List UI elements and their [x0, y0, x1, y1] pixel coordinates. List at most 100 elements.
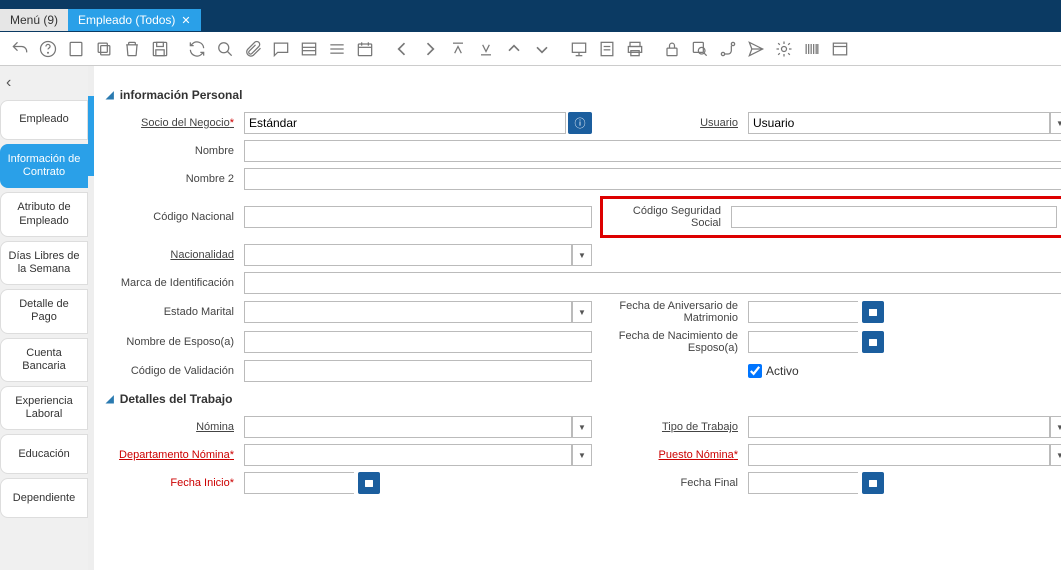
- presentation-icon[interactable]: [569, 39, 589, 59]
- label-tipo-trabajo: Tipo de Trabajo: [600, 421, 740, 433]
- tipo-trabajo-input[interactable]: [748, 416, 1050, 438]
- nomina-dropdown-button[interactable]: ▼: [572, 416, 592, 438]
- fecha-nacimiento-esposo-date-button[interactable]: [862, 331, 884, 353]
- label-fecha-aniversario: Fecha de Aniversario de Matrimonio: [600, 300, 740, 324]
- fecha-inicio-date-button[interactable]: [358, 472, 380, 494]
- section-trabajo-title: Detalles del Trabajo: [120, 392, 233, 406]
- tab-menu[interactable]: Menú (9): [0, 9, 68, 31]
- nacionalidad-dropdown-button[interactable]: ▼: [572, 244, 592, 266]
- calendar-icon[interactable]: [355, 39, 375, 59]
- tab-bar: Menú (9) Empleado (Todos) ✕: [0, 8, 1061, 32]
- label-fecha-final: Fecha Final: [600, 477, 740, 489]
- nombre-esposo-input[interactable]: [244, 331, 592, 353]
- label-nombre-esposo: Nombre de Esposo(a): [106, 336, 236, 348]
- sidebar: ‹ Empleado Información de Contrato Atrib…: [0, 66, 88, 570]
- section-personal-title: información Personal: [120, 88, 243, 102]
- fecha-aniversario-date-button[interactable]: [862, 301, 884, 323]
- marca-identificacion-input[interactable]: [244, 272, 1061, 294]
- nombre2-input[interactable]: [244, 168, 1061, 190]
- delete-icon[interactable]: [122, 39, 142, 59]
- departamento-nomina-input[interactable]: [244, 444, 572, 466]
- label-puesto-nomina: Puesto Nómina*: [600, 449, 740, 461]
- sidebar-item-cuenta-bancaria[interactable]: Cuenta Bancaria: [0, 338, 88, 382]
- tipo-trabajo-dropdown-button[interactable]: ▼: [1050, 416, 1061, 438]
- codigo-seguridad-social-input[interactable]: [731, 206, 1057, 228]
- label-nombre2: Nombre 2: [106, 173, 236, 185]
- close-icon[interactable]: ✕: [181, 14, 190, 27]
- label-marca-identificacion: Marca de Identificación: [106, 277, 236, 289]
- section-personal-header[interactable]: ◢ información Personal: [106, 88, 1031, 102]
- sidebar-item-empleado[interactable]: Empleado: [0, 100, 88, 140]
- new-icon[interactable]: [66, 39, 86, 59]
- departamento-nomina-dropdown-button[interactable]: ▼: [572, 444, 592, 466]
- tab-empleado[interactable]: Empleado (Todos) ✕: [68, 9, 201, 31]
- label-departamento-nomina: Departamento Nómina*: [106, 449, 236, 461]
- fecha-nacimiento-esposo-input[interactable]: [748, 331, 858, 353]
- prev-icon[interactable]: [392, 39, 412, 59]
- socio-negocio-input[interactable]: [244, 112, 566, 134]
- sidebar-scrollbar-thumb[interactable]: [88, 96, 94, 176]
- zoom-icon[interactable]: [690, 39, 710, 59]
- up-icon[interactable]: [504, 39, 524, 59]
- sidebar-item-experiencia-laboral[interactable]: Experiencia Laboral: [0, 386, 88, 430]
- sidebar-item-atributo-empleado[interactable]: Atributo de Empleado: [0, 192, 88, 236]
- label-estado-marital: Estado Marital: [106, 306, 236, 318]
- sidebar-item-detalle-pago[interactable]: Detalle de Pago: [0, 289, 88, 333]
- report-icon[interactable]: [597, 39, 617, 59]
- sidebar-item-educacion[interactable]: Educación: [0, 434, 88, 474]
- nomina-input[interactable]: [244, 416, 572, 438]
- barcode-icon[interactable]: [802, 39, 822, 59]
- activo-checkbox[interactable]: [748, 364, 762, 378]
- refresh-icon[interactable]: [187, 39, 207, 59]
- usuario-input[interactable]: [748, 112, 1050, 134]
- nombre-input[interactable]: [244, 140, 1061, 162]
- down-icon[interactable]: [532, 39, 552, 59]
- save-icon[interactable]: [150, 39, 170, 59]
- chat-icon[interactable]: [271, 39, 291, 59]
- collapse-icon: ◢: [106, 394, 114, 405]
- search-icon[interactable]: [215, 39, 235, 59]
- copy-icon[interactable]: [94, 39, 114, 59]
- send-icon[interactable]: [746, 39, 766, 59]
- estado-marital-dropdown-button[interactable]: ▼: [572, 301, 592, 323]
- puesto-nomina-input[interactable]: [748, 444, 1050, 466]
- estado-marital-input[interactable]: [244, 301, 572, 323]
- first-icon[interactable]: [448, 39, 468, 59]
- section-trabajo-header[interactable]: ◢ Detalles del Trabajo: [106, 392, 1031, 406]
- content-area: ◢ información Personal Socio del Negocio…: [88, 66, 1061, 570]
- sidebar-item-informacion-contrato[interactable]: Información de Contrato: [0, 144, 88, 188]
- codigo-validacion-input[interactable]: [244, 360, 592, 382]
- fecha-final-date-button[interactable]: [862, 472, 884, 494]
- fecha-aniversario-input[interactable]: [748, 301, 858, 323]
- lock-icon[interactable]: [662, 39, 682, 59]
- gear-icon[interactable]: [774, 39, 794, 59]
- tab-active-label: Empleado (Todos): [78, 13, 175, 27]
- fecha-inicio-input[interactable]: [244, 472, 354, 494]
- label-socio-negocio: Socio del Negocio*: [106, 117, 236, 129]
- grid-icon[interactable]: [299, 39, 319, 59]
- sidebar-item-dias-libres[interactable]: Días Libres de la Semana: [0, 241, 88, 285]
- label-nombre: Nombre: [106, 145, 236, 157]
- next-icon[interactable]: [420, 39, 440, 59]
- undo-icon[interactable]: [10, 39, 30, 59]
- sidebar-item-dependiente[interactable]: Dependiente: [0, 478, 88, 518]
- tab-menu-label: Menú (9): [10, 13, 58, 27]
- label-nomina: Nómina: [106, 421, 236, 433]
- help-icon[interactable]: [38, 39, 58, 59]
- last-icon[interactable]: [476, 39, 496, 59]
- label-nacionalidad: Nacionalidad: [106, 249, 236, 261]
- sidebar-caret-icon[interactable]: ‹: [0, 70, 88, 96]
- label-codigo-nacional: Código Nacional: [106, 211, 236, 223]
- usuario-dropdown-button[interactable]: ▼: [1050, 112, 1061, 134]
- nacionalidad-input[interactable]: [244, 244, 572, 266]
- menu-icon[interactable]: [327, 39, 347, 59]
- codigo-nacional-input[interactable]: [244, 206, 592, 228]
- puesto-nomina-dropdown-button[interactable]: ▼: [1050, 444, 1061, 466]
- print-icon[interactable]: [625, 39, 645, 59]
- attachment-icon[interactable]: [243, 39, 263, 59]
- socio-info-button[interactable]: ⓘ: [568, 112, 592, 134]
- workflow-icon[interactable]: [718, 39, 738, 59]
- fecha-final-input[interactable]: [748, 472, 858, 494]
- window-icon[interactable]: [830, 39, 850, 59]
- label-fecha-nacimiento-esposo: Fecha de Nacimiento de Esposo(a): [600, 330, 740, 354]
